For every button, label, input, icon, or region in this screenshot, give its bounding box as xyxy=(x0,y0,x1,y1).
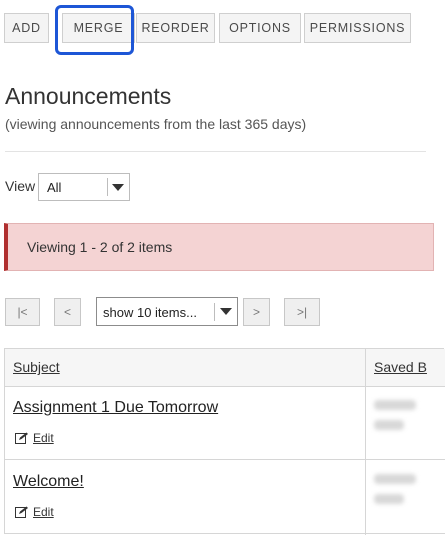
saved-by-column-header[interactable]: Saved B xyxy=(374,359,427,375)
first-page-button[interactable]: |< xyxy=(5,298,40,326)
tab-add[interactable]: ADD xyxy=(4,13,49,43)
chevron-down-icon xyxy=(112,184,124,191)
announcement-subject-link[interactable]: Assignment 1 Due Tomorrow xyxy=(13,399,218,417)
edit-link[interactable]: Edit xyxy=(15,431,54,445)
page-size-value: show 10 items... xyxy=(103,305,197,320)
table-row: Welcome! Edit xyxy=(5,460,445,534)
page-size-select[interactable]: show 10 items... xyxy=(96,297,238,326)
merge-highlight-outline xyxy=(55,5,134,55)
view-select-value: All xyxy=(47,180,62,195)
tab-options[interactable]: OPTIONS xyxy=(219,13,301,43)
table-header-row: Subject Saved B xyxy=(5,349,445,387)
edit-label: Edit xyxy=(33,505,54,519)
view-select[interactable]: All xyxy=(38,173,130,201)
prev-page-button[interactable]: < xyxy=(54,298,81,326)
redacted-saved-by-detail xyxy=(374,494,404,504)
chevron-down-icon xyxy=(220,308,232,315)
announcement-subject-link[interactable]: Welcome! xyxy=(13,473,84,491)
tab-reorder[interactable]: REORDER xyxy=(136,13,215,43)
next-page-button[interactable]: > xyxy=(243,298,270,326)
subject-column-header[interactable]: Subject xyxy=(13,359,60,375)
select-divider xyxy=(107,178,108,196)
page-subtitle: (viewing announcements from the last 365… xyxy=(5,116,307,132)
redacted-saved-by xyxy=(374,474,416,484)
select-divider xyxy=(214,303,215,321)
tab-permissions[interactable]: PERMISSIONS xyxy=(304,13,411,43)
page-title: Announcements xyxy=(5,83,172,109)
alert-text: Viewing 1 - 2 of 2 items xyxy=(27,239,173,255)
announcements-table: Subject Saved B Assignment 1 Due Tomorro… xyxy=(4,348,445,535)
items-count-alert: Viewing 1 - 2 of 2 items xyxy=(4,223,434,271)
redacted-saved-by xyxy=(374,400,416,410)
last-page-button[interactable]: >| xyxy=(284,298,320,326)
redacted-saved-by-detail xyxy=(374,420,404,430)
view-label: View xyxy=(5,178,36,194)
divider xyxy=(5,151,426,152)
edit-label: Edit xyxy=(33,431,54,445)
table-row: Assignment 1 Due Tomorrow Edit xyxy=(5,386,445,460)
edit-icon xyxy=(15,432,28,444)
edit-link[interactable]: Edit xyxy=(15,505,54,519)
edit-icon xyxy=(15,506,28,518)
